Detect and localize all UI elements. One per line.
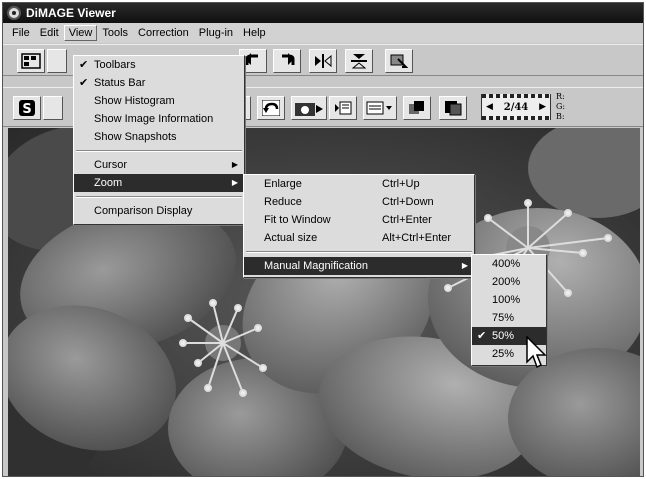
menu-correction[interactable]: Correction [133, 25, 194, 41]
menu-plugin[interactable]: Plug-in [194, 25, 238, 41]
menu-separator [76, 196, 242, 198]
menu-item-100[interactable]: 100% [472, 291, 546, 309]
flip-horizontal-icon[interactable] [309, 49, 337, 73]
check-icon: ✔ [79, 59, 89, 71]
menu-file[interactable]: File [7, 25, 35, 41]
window-title: DiMAGE Viewer [26, 6, 116, 20]
submenu-arrow-icon: ▶ [231, 160, 238, 169]
menu-item-400[interactable]: 400% [472, 255, 546, 273]
histogram-icon[interactable] [403, 96, 431, 120]
batch-icon[interactable] [385, 49, 413, 73]
app-window: DiMAGE Viewer File Edit View Tools Corre… [2, 2, 644, 477]
view-menu: ✔ Toolbars ✔ Status Bar Show Histogram S… [73, 55, 245, 225]
check-icon: ✔ [477, 330, 487, 342]
svg-text:S: S [22, 102, 31, 117]
display-mode-dropdown-icon[interactable] [363, 96, 397, 120]
rgb-r-label: R: [556, 92, 565, 101]
check-icon: ✔ [79, 77, 89, 89]
undo-icon[interactable] [257, 96, 285, 120]
snapshot-icon[interactable]: S [13, 96, 41, 120]
menu-item-status-bar[interactable]: ✔ Status Bar [74, 74, 244, 92]
tone-curve-icon[interactable] [43, 96, 63, 120]
menu-item-actual-size[interactable]: Actual size Alt+Ctrl+Enter [244, 229, 474, 247]
export-icon[interactable] [329, 96, 357, 120]
menu-item-zoom[interactable]: Zoom ▶ [74, 174, 244, 192]
shortcut-label: Ctrl+Down [382, 196, 434, 208]
menu-item-200[interactable]: 200% [472, 273, 546, 291]
submenu-arrow-icon: ▶ [461, 261, 468, 270]
zoom-submenu: Enlarge Ctrl+Up Reduce Ctrl+Down Fit to … [243, 174, 475, 278]
next-image-icon[interactable]: ▶ [539, 102, 546, 112]
image-counter-value: 2/44 [503, 101, 529, 113]
menu-item-fit-to-window[interactable]: Fit to Window Ctrl+Enter [244, 211, 474, 229]
menu-item-manual-magnification[interactable]: Manual Magnification ▶ [244, 257, 474, 275]
rgb-g-label: G: [556, 102, 566, 111]
menu-item-cursor[interactable]: Cursor ▶ [74, 156, 244, 174]
color-balance-icon[interactable] [439, 96, 467, 120]
title-bar: DiMAGE Viewer [3, 3, 643, 23]
submenu-arrow-icon: ▶ [231, 178, 238, 187]
menu-item-reduce[interactable]: Reduce Ctrl+Down [244, 193, 474, 211]
shortcut-label: Ctrl+Enter [382, 214, 432, 226]
save-icon[interactable] [47, 49, 67, 73]
menu-help[interactable]: Help [238, 25, 271, 41]
menu-edit[interactable]: Edit [35, 25, 64, 41]
menu-item-show-snapshots[interactable]: Show Snapshots [74, 128, 244, 146]
menu-bar: File Edit View Tools Correction Plug-in … [3, 23, 643, 43]
thumbnail-view-icon[interactable] [17, 49, 45, 73]
menu-separator [246, 251, 472, 253]
menu-tools[interactable]: Tools [97, 25, 133, 41]
menu-item-comparison-display[interactable]: Comparison Display [74, 202, 244, 220]
menu-item-show-image-information[interactable]: Show Image Information [74, 110, 244, 128]
menu-item-show-histogram[interactable]: Show Histogram [74, 92, 244, 110]
menu-separator [76, 150, 242, 152]
shortcut-label: Ctrl+Up [382, 178, 420, 190]
app-logo-icon [7, 6, 21, 20]
menu-view[interactable]: View [63, 25, 98, 41]
rotate-right-icon[interactable] [273, 49, 301, 73]
image-counter[interactable]: ◀ 2/44 ▶ [481, 94, 551, 120]
rgb-b-label: B: [556, 112, 565, 121]
menu-item-enlarge[interactable]: Enlarge Ctrl+Up [244, 175, 474, 193]
menu-item-toolbars[interactable]: ✔ Toolbars [74, 56, 244, 74]
menu-item-75[interactable]: 75% [472, 309, 546, 327]
camera-settings-icon[interactable] [291, 96, 327, 120]
shortcut-label: Alt+Ctrl+Enter [382, 232, 452, 244]
mouse-pointer-icon [526, 336, 547, 369]
rgb-readout: R: G: B: [556, 92, 565, 122]
flip-vertical-icon[interactable] [345, 49, 373, 73]
prev-image-icon[interactable]: ◀ [486, 102, 493, 112]
